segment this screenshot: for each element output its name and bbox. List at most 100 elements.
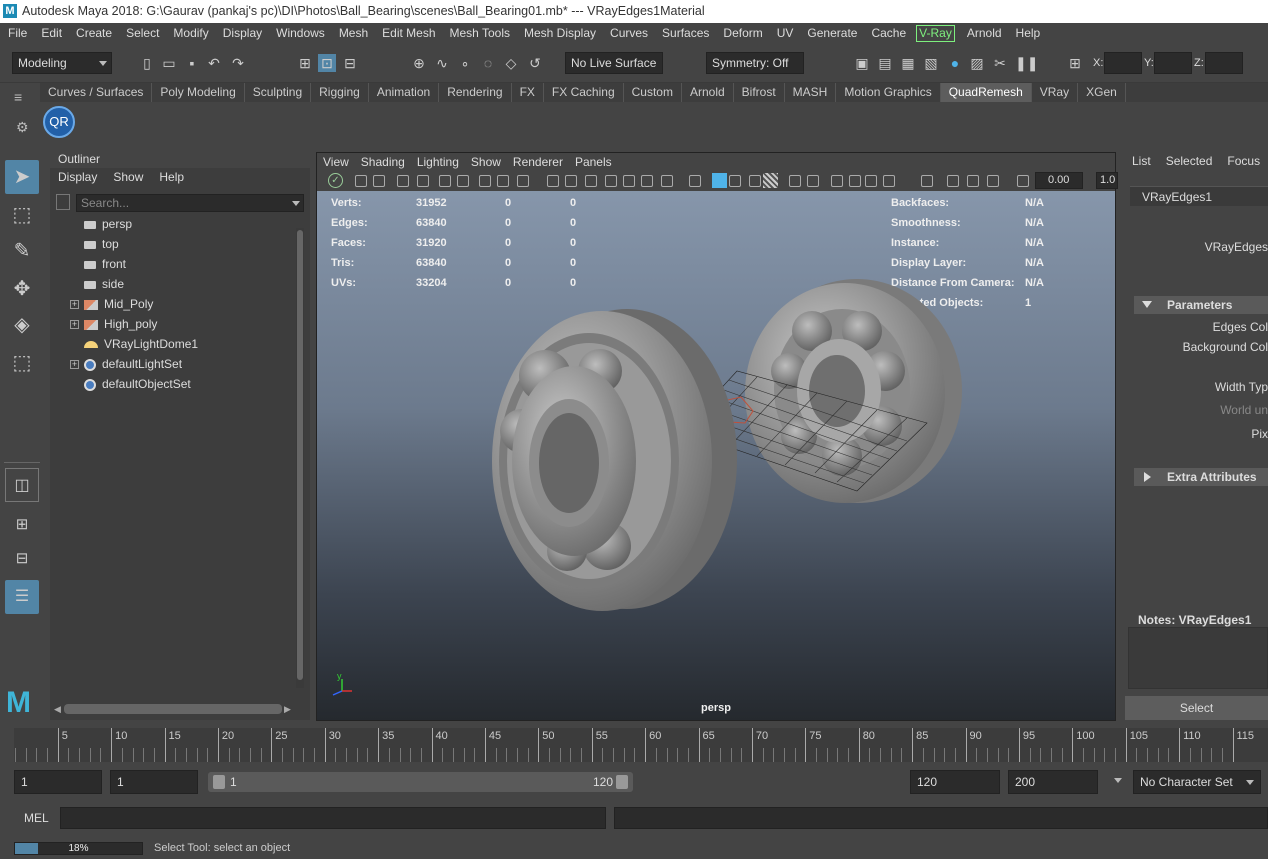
bookmarks-icon[interactable]: [397, 175, 409, 187]
render-settings-icon[interactable]: ▧: [922, 54, 940, 72]
menu-mesh[interactable]: Mesh: [331, 23, 374, 43]
time-slider[interactable]: 5 10 15 20 25 30 35 40 45 50 55 60 65 70 75 80 85 90 95 100…: [0, 728, 1268, 762]
2d-pan-icon[interactable]: [439, 175, 451, 187]
snap-curve-icon[interactable]: ∿: [433, 54, 451, 72]
resolution-gate-icon[interactable]: [517, 175, 529, 187]
outliner-filter-icon[interactable]: [56, 194, 70, 210]
shelf-tab-animation[interactable]: Animation: [369, 83, 440, 102]
xray-joints-icon[interactable]: [865, 175, 877, 187]
outliner-vertical-scrollbar[interactable]: [296, 228, 304, 688]
grease-pencil-icon[interactable]: [457, 175, 469, 187]
snap-grid-icon[interactable]: ⊕: [410, 54, 428, 72]
menu-modify[interactable]: Modify: [165, 23, 214, 43]
shelf-tab-fx-caching[interactable]: FX Caching: [544, 83, 624, 102]
menu-cache[interactable]: Cache: [863, 23, 912, 43]
expand-toggle-icon[interactable]: +: [70, 320, 79, 329]
smooth-shade-icon[interactable]: [712, 173, 727, 188]
menu-arnold[interactable]: Arnold: [959, 23, 1008, 43]
snap-center-icon[interactable]: ↺: [526, 54, 544, 72]
select-object-icon[interactable]: ⊡: [318, 54, 336, 72]
film-gate-icon[interactable]: [497, 175, 509, 187]
shelf-menu-icon[interactable]: ≡: [14, 89, 22, 105]
gamma-toggle-icon[interactable]: [967, 175, 979, 187]
menu-v-ray[interactable]: V-Ray: [916, 25, 955, 42]
gamma-field[interactable]: 1.0: [1096, 172, 1118, 189]
menu-generate[interactable]: Generate: [799, 23, 863, 43]
wireframe-icon[interactable]: [623, 175, 635, 187]
four-view-layout-icon[interactable]: ⊞: [5, 508, 39, 542]
shelf-tab-bifrost[interactable]: Bifrost: [734, 83, 785, 102]
range-start-handle[interactable]: [213, 775, 225, 789]
shelf-tab-rigging[interactable]: Rigging: [311, 83, 369, 102]
vray-render-icon[interactable]: ▨: [968, 54, 986, 72]
shelf-tab-curves-surfaces[interactable]: Curves / Surfaces: [40, 83, 153, 102]
lasso-tool-icon[interactable]: ⬚: [5, 198, 39, 232]
menu-surfaces[interactable]: Surfaces: [654, 23, 715, 43]
notes-textarea[interactable]: [1128, 627, 1268, 689]
depth-of-field-icon[interactable]: [807, 175, 819, 187]
mel-label[interactable]: MEL: [24, 811, 49, 825]
shelf-tab-poly-modeling[interactable]: Poly Modeling: [152, 83, 245, 102]
select-hierarchy-icon[interactable]: ⊞: [296, 54, 314, 72]
expand-toggle-icon[interactable]: +: [70, 360, 79, 369]
outliner-item[interactable]: top: [84, 234, 119, 254]
screen-space-ao-icon[interactable]: [729, 175, 741, 187]
outliner-menu-show[interactable]: Show: [105, 168, 151, 186]
xray-icon[interactable]: [849, 175, 861, 187]
range-end-handle[interactable]: [616, 775, 628, 789]
viewport-menu-panels[interactable]: Panels: [569, 153, 618, 171]
scroll-right-icon[interactable]: ▶: [284, 704, 291, 715]
viewport-menu-show[interactable]: Show: [465, 153, 507, 171]
render-frame-icon[interactable]: ▤: [876, 54, 894, 72]
select-component-icon[interactable]: ⊟: [341, 54, 359, 72]
exposure-field[interactable]: 0.00: [1035, 172, 1083, 189]
search-dropdown-icon[interactable]: [292, 201, 300, 206]
outliner-menu-display[interactable]: Display: [50, 168, 105, 186]
shelf-tab-motion-graphics[interactable]: Motion Graphics: [836, 83, 941, 102]
grid-icon[interactable]: [479, 175, 491, 187]
lighting-default-icon[interactable]: [641, 175, 653, 187]
camera-select-icon[interactable]: [355, 175, 367, 187]
shelf-settings-icon[interactable]: ⚙: [16, 119, 29, 136]
select-tool-icon[interactable]: ➤: [5, 160, 39, 194]
outliner-search-input[interactable]: Search...: [76, 194, 304, 212]
shelf-tab-custom[interactable]: Custom: [624, 83, 682, 102]
mel-input[interactable]: [60, 807, 606, 829]
expand-toggle-icon[interactable]: +: [70, 300, 79, 309]
character-set-dropdown[interactable]: No Character Set: [1133, 770, 1261, 794]
perspective-viewport[interactable]: View Shading Lighting Show Renderer Panels ✓ …: [316, 152, 1118, 721]
viewport-menu-shading[interactable]: Shading: [355, 153, 411, 171]
menu-mesh-display[interactable]: Mesh Display: [516, 23, 602, 43]
animation-end-field[interactable]: 200: [1008, 770, 1098, 794]
outliner-item[interactable]: High_poly: [84, 314, 157, 334]
range-slider[interactable]: 1 120: [208, 772, 633, 792]
shelf-tab-vray[interactable]: VRay: [1032, 83, 1079, 102]
safe-title-icon[interactable]: [605, 175, 617, 187]
rotate-tool-icon[interactable]: ◈: [5, 308, 39, 342]
scroll-left-icon[interactable]: ◀: [54, 704, 61, 715]
outliner-item[interactable]: defaultLightSet: [84, 354, 182, 374]
ae-tab-selected[interactable]: Selected: [1156, 150, 1218, 172]
ae-tab-list[interactable]: List: [1122, 150, 1156, 172]
xray-components-icon[interactable]: [883, 175, 895, 187]
outliner-item[interactable]: persp: [84, 214, 132, 234]
menu-file[interactable]: File: [0, 23, 33, 43]
playback-start-field[interactable]: 1: [110, 770, 198, 794]
exposure-icon[interactable]: [947, 175, 959, 187]
persp-outliner-layout-icon[interactable]: ⊟: [5, 542, 39, 576]
viewport-menu-view[interactable]: View: [317, 153, 355, 171]
textured-icon[interactable]: [763, 173, 778, 188]
safe-action-icon[interactable]: [585, 175, 597, 187]
view-transform-icon[interactable]: [1017, 175, 1029, 187]
lock-camera-icon[interactable]: [373, 175, 385, 187]
shelf-tab-mash[interactable]: MASH: [785, 83, 837, 102]
timeline-collapse-icon[interactable]: [0, 728, 14, 762]
menu-create[interactable]: Create: [68, 23, 118, 43]
playback-end-field[interactable]: 120: [910, 770, 1000, 794]
menu-mesh-tools[interactable]: Mesh Tools: [442, 23, 516, 43]
hypershade-icon[interactable]: ●: [946, 54, 964, 72]
menu-uv[interactable]: UV: [769, 23, 800, 43]
menu-deform[interactable]: Deform: [715, 23, 768, 43]
save-scene-icon[interactable]: ▪: [183, 54, 201, 72]
motion-blur-icon[interactable]: [749, 175, 761, 187]
